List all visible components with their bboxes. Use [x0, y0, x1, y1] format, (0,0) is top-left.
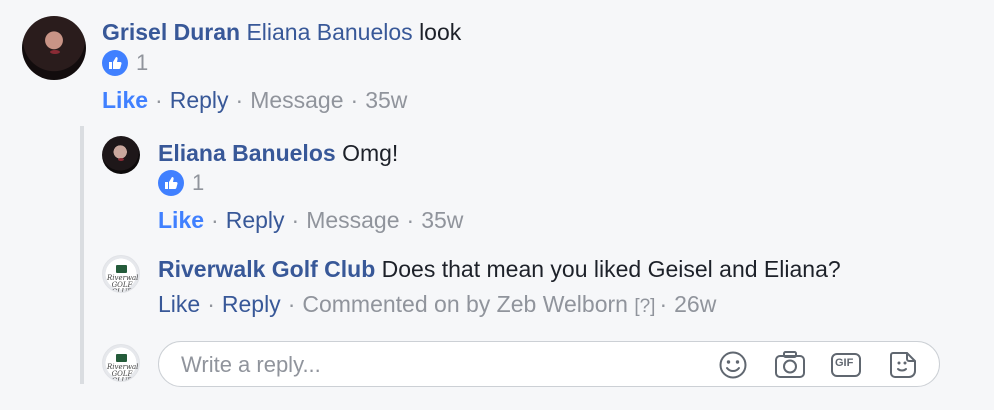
timestamp[interactable]: 35w — [365, 87, 407, 113]
reply-placeholder: Write a reply... — [181, 352, 321, 377]
avatar-riverwalk-golf-club[interactable]: Riverwalk GOLF CLUB — [102, 255, 140, 293]
like-button[interactable]: Like — [158, 207, 204, 233]
comment-actions: Like · Reply · Message · 35w — [158, 207, 464, 233]
avatar-eliana-banuelos[interactable] — [102, 136, 140, 174]
help-link[interactable]: [?] — [634, 296, 655, 317]
reaction-summary[interactable]: 1 — [102, 50, 148, 76]
author-name[interactable]: Eliana Banuelos — [158, 140, 336, 166]
like-button[interactable]: Like — [102, 87, 148, 113]
reply-button[interactable]: Reply — [170, 87, 229, 113]
like-reaction-icon — [158, 170, 184, 196]
sticker-icon[interactable] — [887, 349, 919, 381]
timestamp[interactable]: 35w — [421, 207, 463, 233]
comment-text: Does that mean you liked Geisel and Elia… — [381, 256, 841, 282]
flag-logo-icon — [116, 265, 127, 273]
reply-button[interactable]: Reply — [222, 291, 281, 317]
comment-body: Eliana Banuelos Omg! — [158, 139, 398, 167]
comment-actions: Like · Reply · Message · 35w — [102, 87, 408, 113]
flag-logo-icon — [116, 354, 127, 362]
emoji-icon[interactable] — [717, 349, 749, 381]
reply-thread-bar — [80, 126, 84, 384]
comment-body: Grisel Duran Eliana Banuelos look — [102, 18, 461, 46]
timestamp[interactable]: 26w — [674, 291, 716, 317]
avatar-grisel-duran[interactable] — [22, 16, 86, 80]
comment-text: Omg! — [342, 140, 399, 166]
commented-on-text: Commented on by Zeb Welborn — [302, 291, 628, 317]
reaction-summary[interactable]: 1 — [158, 170, 204, 196]
mention-link[interactable]: Eliana Banuelos — [246, 19, 412, 45]
comment-body: Riverwalk Golf Club Does that mean you l… — [158, 255, 841, 283]
reply-input[interactable]: Write a reply... GIF — [158, 341, 940, 387]
author-name[interactable]: Grisel Duran — [102, 19, 240, 45]
author-name[interactable]: Riverwalk Golf Club — [158, 256, 375, 282]
message-link[interactable]: Message — [250, 87, 343, 113]
like-reaction-icon — [102, 50, 128, 76]
comment-actions: Like · Reply · Commented on by Zeb Welborn [… — [158, 291, 717, 317]
reply-button[interactable]: Reply — [226, 207, 285, 233]
message-link[interactable]: Message — [306, 207, 399, 233]
camera-icon[interactable] — [774, 349, 806, 381]
reaction-count: 1 — [136, 50, 149, 75]
comment-text: look — [419, 19, 462, 45]
composer-avatar: Riverwalk GOLF CLUB — [102, 344, 140, 382]
like-button[interactable]: Like — [158, 291, 200, 317]
gif-icon[interactable]: GIF — [830, 349, 862, 381]
reaction-count: 1 — [192, 170, 205, 195]
